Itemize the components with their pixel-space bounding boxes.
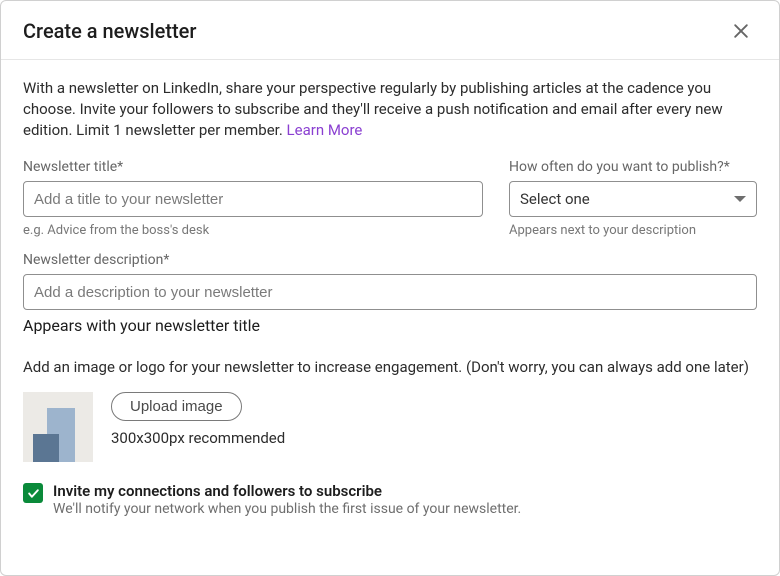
close-icon	[731, 21, 751, 41]
image-prompt-text: Add an image or logo for your newsletter…	[23, 357, 757, 378]
close-button[interactable]	[725, 15, 757, 47]
invite-checkbox[interactable]	[23, 483, 43, 503]
frequency-hint: Appears next to your description	[509, 223, 757, 238]
description-appears-text: Appears with your newsletter title	[23, 316, 757, 335]
learn-more-link[interactable]: Learn More	[287, 121, 363, 139]
invite-row: Invite my connections and followers to s…	[23, 482, 757, 517]
frequency-field-group: How often do you want to publish?* Selec…	[509, 159, 757, 238]
modal-body: With a newsletter on LinkedIn, share you…	[1, 60, 779, 575]
title-label: Newsletter title*	[23, 159, 483, 175]
upload-column: Upload image 300x300px recommended	[111, 392, 285, 447]
image-size-recommended: 300x300px recommended	[111, 429, 285, 447]
modal-header: Create a newsletter	[1, 1, 779, 60]
invite-title: Invite my connections and followers to s…	[53, 482, 521, 500]
invite-text-block: Invite my connections and followers to s…	[53, 482, 521, 517]
newsletter-title-input[interactable]	[23, 181, 483, 217]
image-placeholder-thumb	[23, 392, 93, 462]
intro-text: With a newsletter on LinkedIn, share you…	[23, 78, 757, 141]
modal-title: Create a newsletter	[23, 19, 196, 43]
image-upload-row: Upload image 300x300px recommended	[23, 392, 757, 462]
invite-subtext: We'll notify your network when you publi…	[53, 501, 521, 517]
chevron-down-icon	[734, 196, 746, 202]
frequency-selected-text: Select one	[520, 190, 590, 208]
upload-image-button[interactable]: Upload image	[111, 392, 242, 421]
title-frequency-row: Newsletter title* e.g. Advice from the b…	[23, 159, 757, 238]
checkmark-icon	[27, 487, 40, 500]
placeholder-bar-icon	[33, 434, 59, 462]
create-newsletter-modal: Create a newsletter With a newsletter on…	[0, 0, 780, 576]
frequency-label: How often do you want to publish?*	[509, 159, 757, 175]
frequency-select[interactable]: Select one	[509, 181, 757, 217]
description-field-group: Newsletter description* Appears with you…	[23, 252, 757, 335]
title-hint: e.g. Advice from the boss's desk	[23, 223, 483, 238]
newsletter-description-input[interactable]	[23, 274, 757, 310]
description-label: Newsletter description*	[23, 252, 757, 268]
intro-body: With a newsletter on LinkedIn, share you…	[23, 79, 723, 139]
title-field-group: Newsletter title* e.g. Advice from the b…	[23, 159, 483, 238]
